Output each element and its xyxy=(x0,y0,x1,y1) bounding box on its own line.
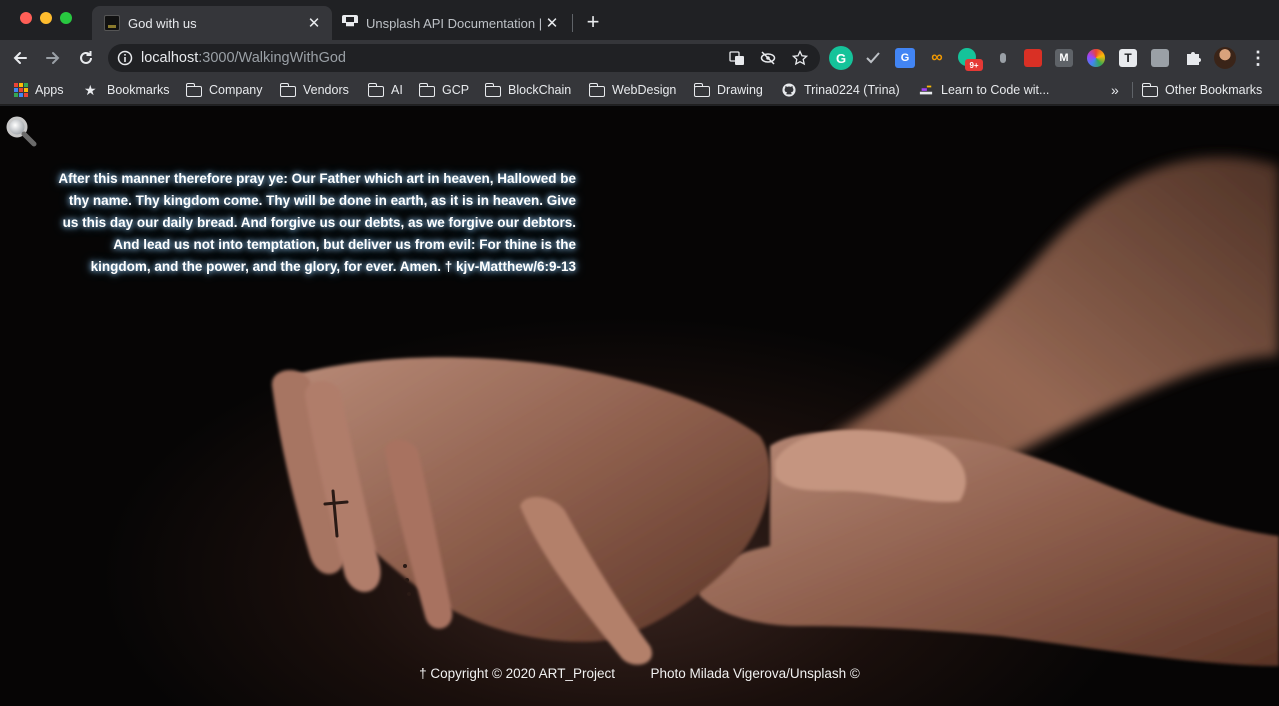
bookmark-label: BlockChain xyxy=(508,83,572,97)
eye-off-icon[interactable] xyxy=(760,50,776,66)
puzzle-icon[interactable] xyxy=(1182,47,1204,69)
photo-credit-text: Photo Milada Vigerova/Unsplash © xyxy=(650,666,860,681)
tab-close-button[interactable]: ✕ xyxy=(306,14,322,32)
page-content: After this manner therefore pray ye: Our… xyxy=(0,106,1279,706)
bookmark-github-trina[interactable]: Trina0224 (Trina) xyxy=(781,80,900,100)
bookmark-star-icon[interactable] xyxy=(792,50,808,66)
bookmark-label: Other Bookmarks xyxy=(1165,83,1263,97)
tab-god-with-us[interactable]: God with us ✕ xyxy=(92,6,332,40)
t-extension-icon[interactable]: T xyxy=(1119,49,1137,67)
bookmark-label: Trina0224 (Trina) xyxy=(804,83,900,97)
bookmark-label: Apps xyxy=(35,83,64,97)
bookmark-folder-gcp[interactable]: GCP xyxy=(418,80,470,100)
github-icon xyxy=(782,83,796,97)
tab-divider xyxy=(572,14,573,32)
folder-icon xyxy=(693,82,710,97)
scripture-verse: After this manner therefore pray ye: Our… xyxy=(58,171,576,274)
page-footer: † Copyright © 2020 ART_Project Photo Mil… xyxy=(0,666,1279,681)
star-icon: ★ xyxy=(84,82,97,98)
close-window-button[interactable] xyxy=(20,12,32,24)
address-bar[interactable]: localhost:3000/WalkingWithGod xyxy=(108,44,820,72)
tab-title: God with us xyxy=(128,15,197,31)
bookmarks-overflow-button[interactable]: » xyxy=(1111,80,1119,100)
bookmark-folder-company[interactable]: Company xyxy=(185,80,263,100)
google-translate-icon[interactable]: G xyxy=(895,48,915,68)
tab-unsplash-docs[interactable]: Unsplash API Documentation | ✕ xyxy=(334,6,570,40)
bookmark-label: Drawing xyxy=(717,83,763,97)
site-favicon-icon xyxy=(104,15,120,31)
bookmark-learn-to-code[interactable]: Learn to Code wit... xyxy=(918,80,1049,100)
tab-strip: God with us ✕ Unsplash API Documentation… xyxy=(0,0,1279,40)
bookmark-folder-blockchain[interactable]: BlockChain xyxy=(484,80,572,100)
box-extension-icon[interactable] xyxy=(1151,49,1169,67)
folder-icon xyxy=(185,82,202,97)
bookmark-label: Learn to Code wit... xyxy=(941,83,1050,97)
maximize-window-button[interactable] xyxy=(60,12,72,24)
m-extension-icon[interactable]: M xyxy=(1055,49,1073,67)
url-text[interactable]: localhost:3000/WalkingWithGod xyxy=(141,50,346,66)
red-extension-icon[interactable] xyxy=(1024,49,1042,67)
grammarly-icon[interactable]: G xyxy=(829,46,853,70)
reload-icon xyxy=(80,51,92,64)
notification-badge: 9+ xyxy=(965,59,983,71)
url-host: localhost xyxy=(141,50,199,66)
folder-icon xyxy=(367,82,384,97)
bookmark-label: AI xyxy=(391,83,403,97)
tab-title: Unsplash API Documentation | xyxy=(366,15,543,31)
profile-avatar[interactable] xyxy=(1214,47,1236,69)
bookmark-folder-webdesign[interactable]: WebDesign xyxy=(588,80,677,100)
bookmark-other-bookmarks[interactable]: Other Bookmarks xyxy=(1141,80,1263,100)
folder-icon xyxy=(1141,82,1158,97)
bookmark-bookmarks[interactable]: ★ Bookmarks xyxy=(84,80,170,100)
check-icon[interactable] xyxy=(862,47,884,69)
bookmark-label: Company xyxy=(209,83,263,97)
forward-arrow-icon xyxy=(46,52,60,64)
site-info-icon[interactable] xyxy=(117,50,133,66)
minimize-window-button[interactable] xyxy=(40,12,52,24)
copyright-text: † Copyright © 2020 ART_Project xyxy=(419,666,615,681)
bookmarks-divider xyxy=(1132,82,1133,98)
forward-button[interactable] xyxy=(39,44,67,72)
menu-dots-icon[interactable]: ⋮ xyxy=(1247,47,1269,69)
back-button[interactable] xyxy=(6,44,34,72)
reload-button[interactable] xyxy=(72,44,100,72)
back-arrow-icon xyxy=(13,52,27,64)
folder-icon xyxy=(418,82,435,97)
bookmark-folder-ai[interactable]: AI xyxy=(367,80,403,100)
folder-icon xyxy=(588,82,605,97)
search-icon[interactable] xyxy=(4,114,38,148)
color-wheel-icon[interactable] xyxy=(1087,49,1105,67)
bookmark-label: GCP xyxy=(442,83,470,97)
apps-grid-icon xyxy=(14,83,28,97)
bookmarks-bar: Apps ★ Bookmarks Company Vendors AI GCP … xyxy=(0,76,1279,105)
code-icon xyxy=(919,85,933,95)
bookmark-label: Bookmarks xyxy=(107,83,170,97)
folder-icon xyxy=(279,82,296,97)
tab-close-button[interactable]: ✕ xyxy=(544,14,560,32)
bookmark-apps[interactable]: Apps xyxy=(14,80,64,100)
folder-icon xyxy=(484,82,501,97)
bookmark-label: Vendors xyxy=(303,83,349,97)
bookmark-folder-drawing[interactable]: Drawing xyxy=(693,80,763,100)
infinity-icon[interactable]: ∞ xyxy=(926,47,948,69)
translate-page-icon[interactable] xyxy=(729,50,745,66)
url-path: :3000/WalkingWithGod xyxy=(198,50,346,66)
browser-toolbar: localhost:3000/WalkingWithGod G G ∞ 9+ M… xyxy=(0,40,1279,76)
bookmark-label: WebDesign xyxy=(612,83,677,97)
new-tab-button[interactable]: + xyxy=(582,9,604,35)
unsplash-favicon-icon xyxy=(342,15,358,31)
mic-icon[interactable] xyxy=(992,47,1014,69)
bookmark-folder-vendors[interactable]: Vendors xyxy=(279,80,349,100)
